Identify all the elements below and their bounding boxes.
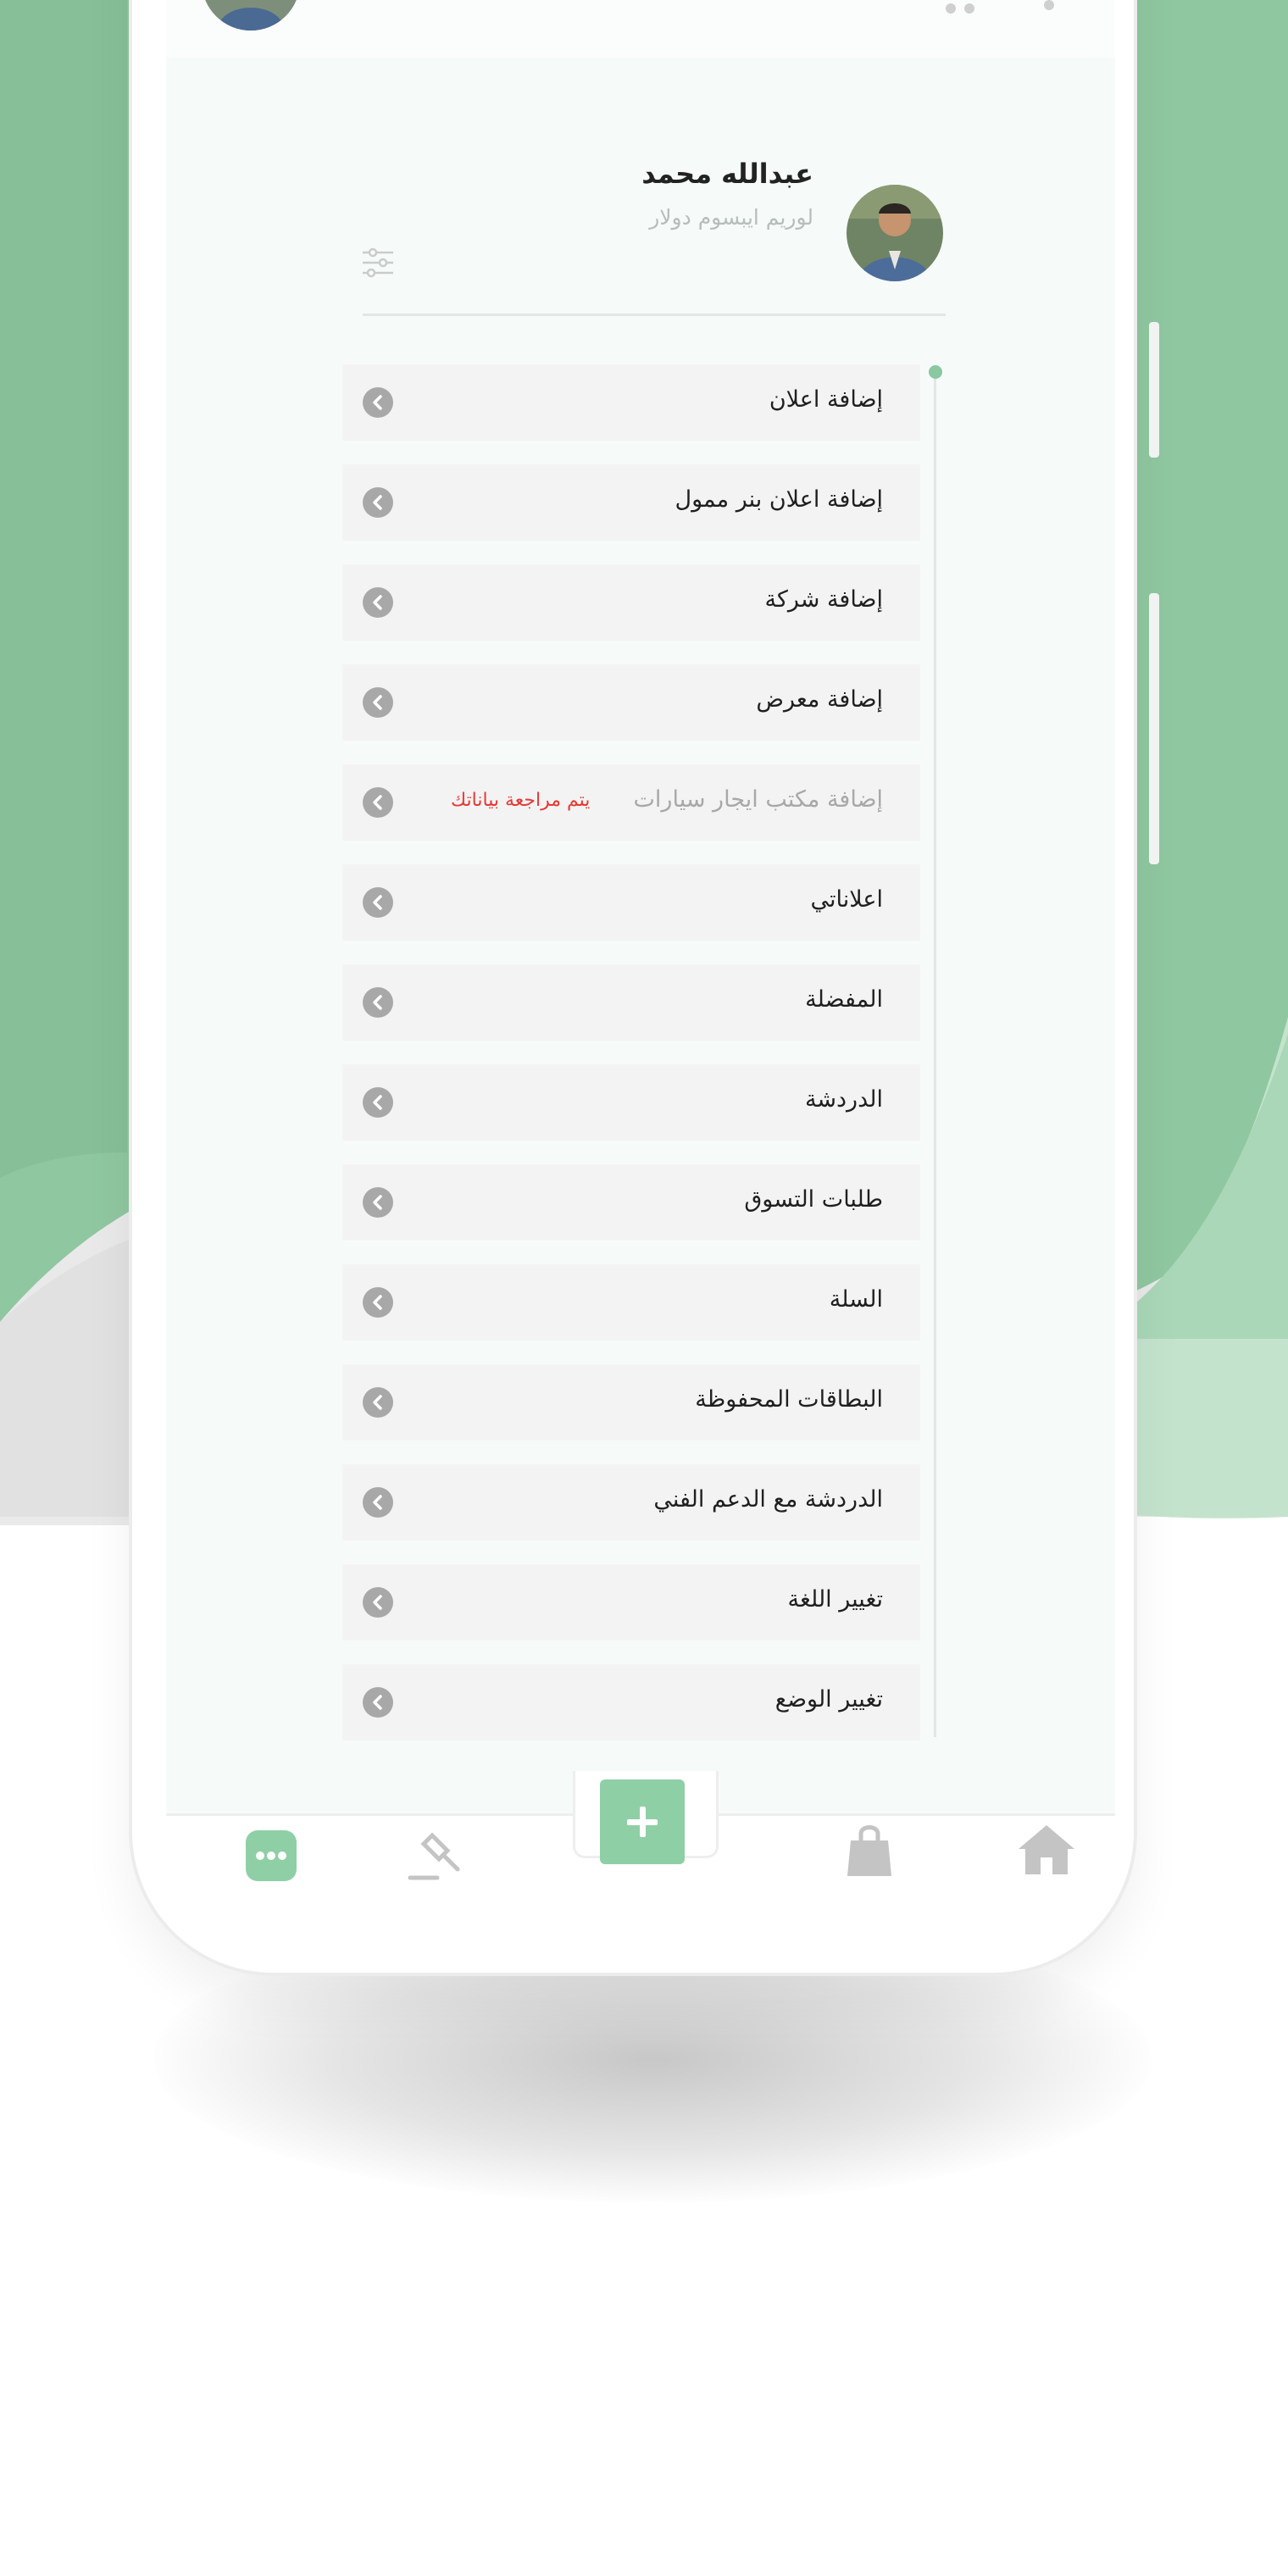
menu-item-add-showroom[interactable]: إضافة معرض	[342, 664, 920, 741]
menu-item-chat[interactable]: الدردشة	[342, 1064, 920, 1141]
home-icon[interactable]	[1017, 1822, 1076, 1876]
chevron-left-icon	[363, 1687, 393, 1718]
phone-side-button	[1149, 593, 1159, 864]
cart-icon[interactable]	[929, 0, 983, 17]
phone-side-button	[1149, 322, 1159, 458]
bell-icon[interactable]	[1024, 0, 1074, 17]
menu-item-my-ads[interactable]: اعلاناتي	[342, 864, 920, 941]
profile-divider	[363, 314, 946, 316]
profile-subtitle: لوريم ايبسوم دولار	[649, 205, 813, 230]
add-icon	[640, 1807, 646, 1837]
menu-item-label: إضافة مكتب ايجار سيارات	[633, 786, 883, 813]
menu-item-change-mode[interactable]: تغيير الوضع	[342, 1664, 920, 1740]
menu-item-change-language[interactable]: تغيير اللغة	[342, 1564, 920, 1641]
chevron-left-icon	[363, 1387, 393, 1418]
menu-item-label: إضافة معرض	[756, 686, 883, 713]
more-icon[interactable]	[246, 1830, 297, 1881]
menu-item-add-ad[interactable]: إضافة اعلان	[342, 364, 920, 441]
top-bar	[166, 0, 1115, 58]
review-status-text: يتم مراجعة بياناتك	[451, 790, 591, 811]
chevron-left-icon	[363, 987, 393, 1018]
menu-item-shopping-orders[interactable]: طلبات التسوق	[342, 1164, 920, 1241]
profile-name: عبدالله محمد	[641, 158, 813, 190]
menu-item-label: اعلاناتي	[810, 886, 883, 913]
auction-icon[interactable]	[407, 1824, 466, 1883]
menu-item-label: السلة	[829, 1286, 883, 1313]
add-button[interactable]	[600, 1779, 685, 1864]
profile-avatar[interactable]	[847, 185, 943, 281]
menu-item-cart[interactable]: السلة	[342, 1264, 920, 1341]
chevron-left-icon	[363, 1287, 393, 1318]
menu-timeline-dot	[929, 365, 942, 379]
chevron-left-icon	[363, 1087, 393, 1118]
menu-item-label: تغيير الوضع	[774, 1686, 883, 1713]
chevron-left-icon	[363, 787, 393, 818]
menu-item-support-chat[interactable]: الدردشة مع الدعم الفني	[342, 1464, 920, 1541]
menu-item-label: إضافة اعلان بنر ممول	[675, 486, 883, 513]
menu-item-add-company[interactable]: إضافة شركة	[342, 564, 920, 641]
menu-item-saved-cards[interactable]: البطاقات المحفوظة	[342, 1364, 920, 1441]
filter-icon[interactable]	[361, 246, 395, 280]
menu-item-favorites[interactable]: المفضلة	[342, 964, 920, 1041]
menu-timeline-line	[934, 373, 936, 1737]
chevron-left-icon	[363, 887, 393, 918]
shopping-bag-icon[interactable]	[844, 1824, 895, 1878]
avatar[interactable]	[202, 0, 300, 31]
menu-item-label: طلبات التسوق	[744, 1186, 883, 1213]
menu-item-label: البطاقات المحفوظة	[695, 1386, 883, 1413]
chevron-left-icon	[363, 1187, 393, 1218]
menu-item-add-car-rental-office[interactable]: إضافة مكتب ايجار سيارات يتم مراجعة بيانا…	[342, 764, 920, 841]
menu-item-label: تغيير اللغة	[787, 1586, 883, 1613]
menu-item-label: الدردشة	[804, 1086, 883, 1113]
menu-item-label: المفضلة	[805, 986, 883, 1013]
menu-item-label: إضافة شركة	[764, 586, 883, 613]
chevron-left-icon	[363, 387, 393, 418]
menu-item-label: إضافة اعلان	[769, 386, 883, 413]
chevron-left-icon	[363, 1487, 393, 1518]
chevron-left-icon	[363, 687, 393, 718]
chevron-left-icon	[363, 487, 393, 518]
chevron-left-icon	[363, 1587, 393, 1618]
chevron-left-icon	[363, 587, 393, 618]
menu-item-label: الدردشة مع الدعم الفني	[653, 1486, 883, 1513]
app-screen: عبدالله محمد لوريم ايبسوم دولار إضافة اع…	[166, 0, 1115, 1915]
menu-item-add-sponsored-banner[interactable]: إضافة اعلان بنر ممول	[342, 464, 920, 541]
